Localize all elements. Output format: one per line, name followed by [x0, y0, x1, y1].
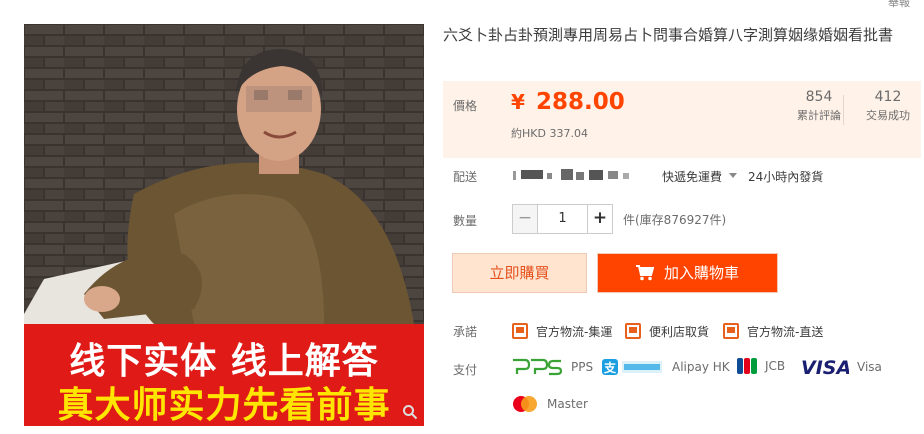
payment-pps: PPS — [511, 357, 593, 377]
sales-count-label: 交易成功 — [866, 109, 910, 122]
quantity-input[interactable]: 1 — [538, 204, 587, 234]
review-count-label: 累計評論 — [797, 109, 841, 122]
review-count-num: 854 — [805, 89, 833, 105]
buy-now-button[interactable]: 立即購買 — [452, 253, 587, 293]
cart-icon — [635, 265, 654, 281]
payment-master: Master — [511, 395, 588, 413]
pps-logo-icon — [513, 358, 563, 376]
mastercard-logo-icon — [513, 396, 537, 412]
stat-divider — [843, 95, 844, 125]
quantity-decrease-button[interactable]: − — [512, 204, 538, 234]
pps-label: PPS — [571, 360, 594, 374]
shipping-time: 24小時內發貨 — [748, 170, 824, 184]
jcb-logo-icon — [737, 358, 757, 374]
quantity-increase-button[interactable]: + — [587, 204, 613, 234]
product-image[interactable]: 线下实体 线上解答 真大师实力先看前事 — [24, 24, 424, 426]
quantity-label: 數量 — [453, 214, 478, 228]
stock-info: 件(庫存876927件) — [623, 213, 727, 227]
promise-item-label: 便利店取貨 — [649, 324, 710, 339]
report-link[interactable]: 舉報 — [888, 0, 910, 10]
quantity-stepper: − 1 + — [512, 204, 613, 234]
master-label: Master — [547, 397, 588, 411]
banner-line-2: 真大师实力先看前事 — [57, 385, 391, 426]
price-value: 288.00 — [536, 89, 625, 115]
sales-count-num: 412 — [874, 89, 902, 105]
visa-label: Visa — [857, 360, 882, 374]
payment-label: 支付 — [453, 363, 478, 377]
payment-visa: VISA Visa — [801, 358, 882, 376]
shipping-box-icon — [512, 323, 528, 339]
price-currency: ¥ — [511, 90, 525, 114]
add-to-cart-button[interactable]: 加入購物車 — [597, 253, 778, 293]
shipping-location-redacted — [513, 169, 629, 180]
image-banner: 线下实体 线上解答 真大师实力先看前事 — [24, 324, 424, 426]
svg-text:支: 支 — [603, 360, 617, 375]
payment-jcb: JCB — [737, 358, 785, 374]
review-count[interactable]: 854 累計評論 — [789, 87, 849, 125]
promise-item-store-pickup[interactable]: 便利店取貨 — [625, 322, 709, 340]
jcb-label: JCB — [765, 359, 786, 373]
delivery-icon — [723, 323, 739, 339]
payment-alipay: 支 Alipay HK — [602, 358, 730, 376]
svg-text:VISA: VISA — [801, 358, 849, 376]
alipay-label: Alipay HK — [672, 360, 730, 374]
product-title: 六爻卜卦占卦預測專用周易占卜問事合婚算八字測算姻缘婚姻看批書 — [443, 26, 894, 44]
promise-item-label: 官方物流-集運 — [536, 324, 613, 339]
price-label: 價格 — [453, 99, 478, 113]
chevron-down-icon[interactable] — [729, 173, 737, 178]
shipping-method[interactable]: 快遞免運費 — [662, 168, 722, 185]
alipay-logo-icon: 支 — [602, 359, 662, 375]
visa-logo-icon: VISA — [801, 358, 849, 376]
promise-label: 承諾 — [453, 325, 478, 339]
price-approx: 約HKD 337.04 — [511, 127, 588, 140]
zoom-icon[interactable] — [402, 404, 418, 420]
promise-item-consolidated-shipping[interactable]: 官方物流-集運 — [512, 322, 612, 340]
price-panel: 價格 ¥ 288.00 約HKD 337.04 854 累計評論 412 交易成… — [443, 81, 921, 158]
store-icon — [625, 323, 641, 339]
add-to-cart-label: 加入購物車 — [663, 264, 739, 282]
promise-item-label: 官方物流-直送 — [747, 324, 824, 339]
sales-count: 412 交易成功 — [853, 87, 923, 125]
shipping-label: 配送 — [453, 170, 478, 184]
promise-item-direct-shipping[interactable]: 官方物流-直送 — [723, 322, 823, 340]
